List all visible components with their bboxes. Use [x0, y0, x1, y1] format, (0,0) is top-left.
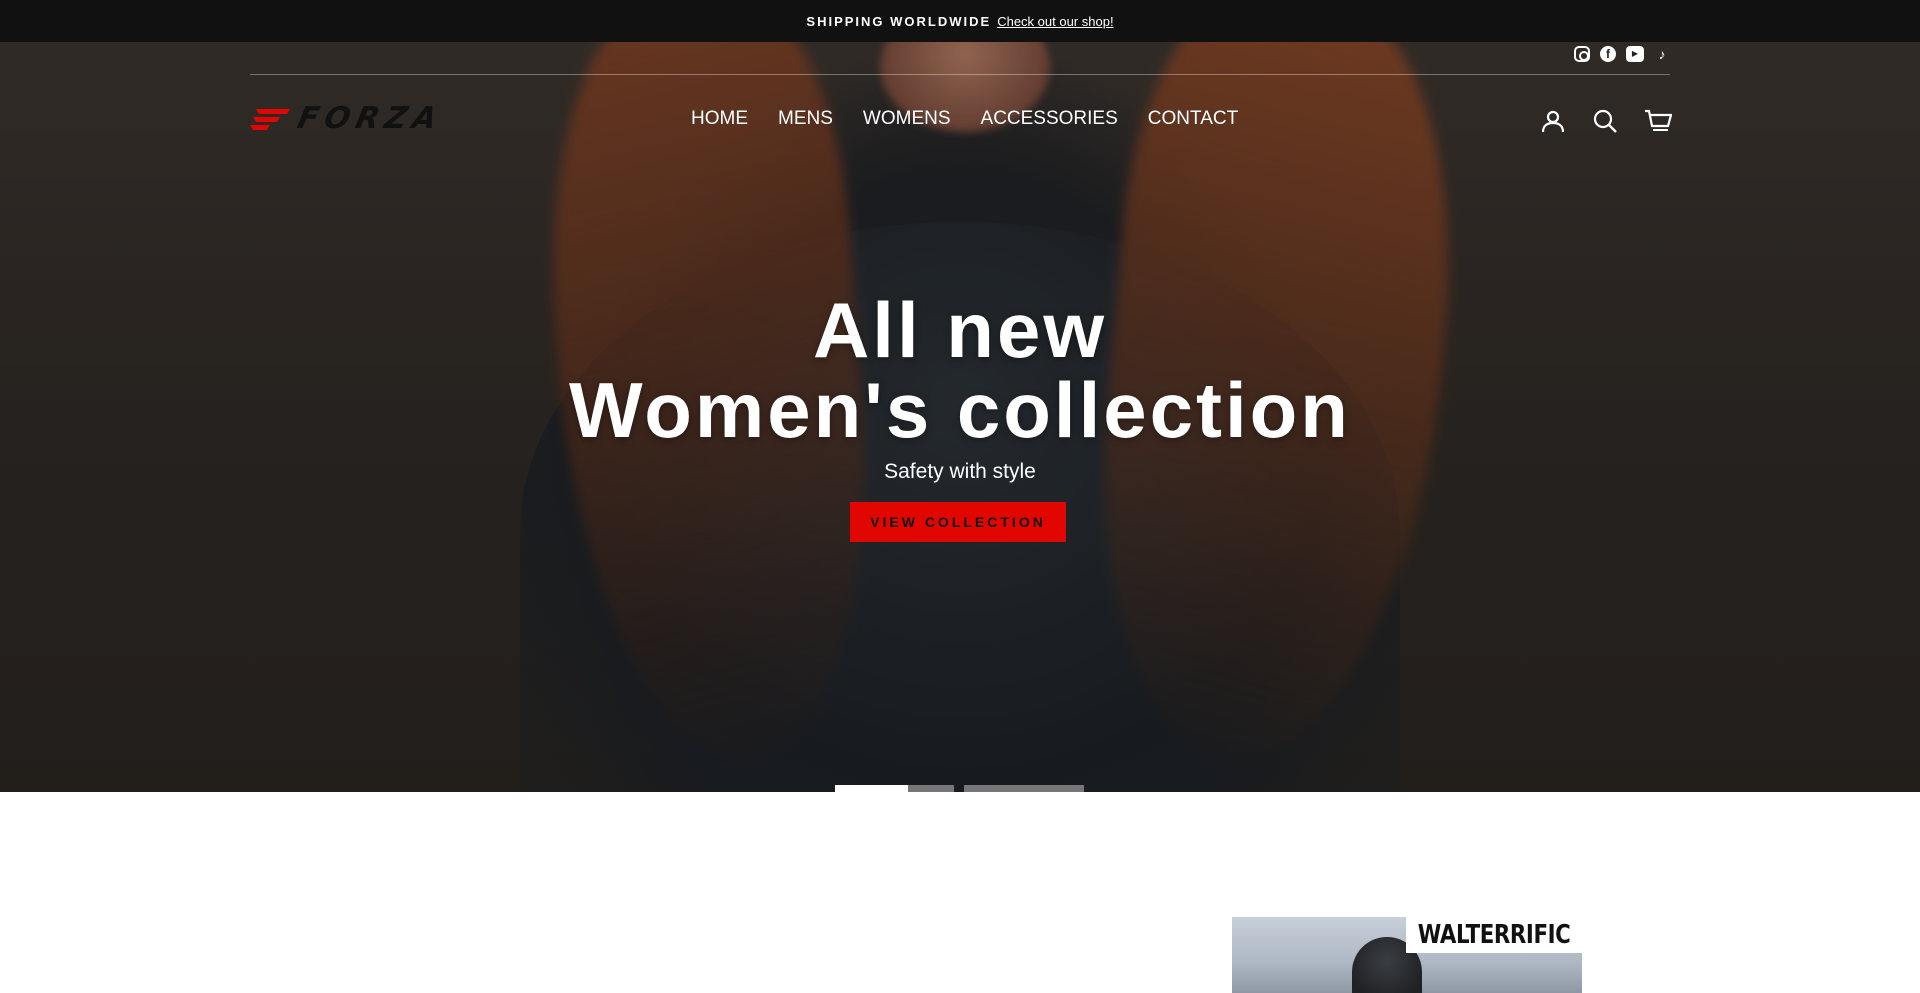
nav-contact[interactable]: CONTACT: [1148, 108, 1238, 130]
featured-image[interactable]: WALTERRIFIC: [1232, 917, 1582, 993]
cart-icon[interactable]: [1644, 108, 1673, 134]
hero-content: All new Women's collection Safety with s…: [0, 290, 1920, 542]
view-collection-button[interactable]: VIEW COLLECTION: [850, 502, 1066, 542]
header-actions: [1540, 108, 1673, 134]
account-icon[interactable]: [1540, 108, 1566, 134]
nav-mens[interactable]: MENS: [778, 108, 833, 130]
slide-indicator-3[interactable]: [964, 785, 1084, 792]
facebook-icon[interactable]: f: [1600, 46, 1616, 62]
forza-mark-icon: [250, 109, 290, 130]
brand-name: FORZA: [294, 101, 446, 136]
hero-subtitle: Safety with style: [884, 460, 1036, 483]
site-logo[interactable]: FORZA: [250, 101, 446, 136]
hero-title-line1: All new: [812, 286, 1108, 374]
nav-womens[interactable]: WOMENS: [863, 108, 951, 130]
announcement-bar: SHIPPING WORLDWIDE Check out our shop!: [0, 0, 1920, 42]
social-links: f ▶ ♪: [1574, 46, 1670, 62]
featured-label-box: WALTERRIFIC: [1406, 917, 1582, 953]
featured-label: WALTERRIFIC: [1417, 920, 1571, 950]
nav-accessories[interactable]: ACCESSORIES: [981, 108, 1118, 130]
announcement-text: SHIPPING WORLDWIDE: [806, 13, 992, 29]
tiktok-icon[interactable]: ♪: [1654, 46, 1670, 62]
header-divider: [250, 74, 1670, 75]
hero-title-line2: Women's collection: [569, 366, 1351, 454]
slide-indicator-2[interactable]: [908, 785, 954, 792]
slide-indicator-1[interactable]: [835, 785, 908, 792]
instagram-icon[interactable]: [1574, 46, 1590, 62]
hero-title: All new Women's collection: [0, 290, 1920, 450]
nav-home[interactable]: HOME: [691, 108, 748, 130]
youtube-icon[interactable]: ▶: [1626, 46, 1644, 62]
main-nav: HOME MENS WOMENS ACCESSORIES CONTACT: [691, 108, 1238, 130]
search-icon[interactable]: [1592, 108, 1618, 134]
hero-slider-indicator: [835, 785, 1084, 792]
announcement-shop-link[interactable]: Check out our shop!: [997, 14, 1113, 29]
